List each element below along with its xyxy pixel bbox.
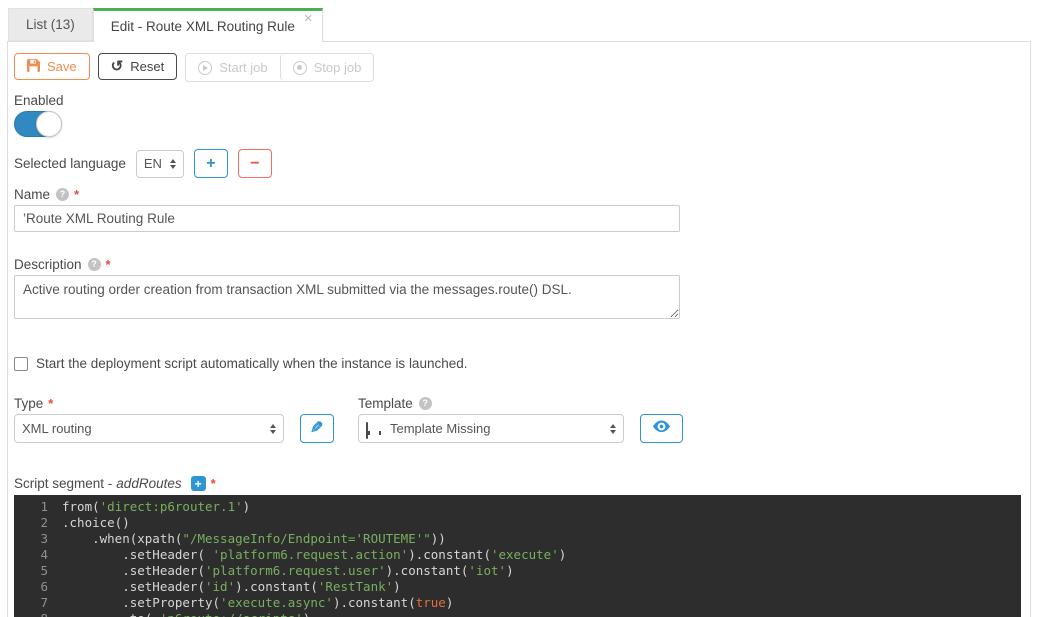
description-label: Description ? * [14, 256, 1024, 272]
save-label: Save [47, 59, 77, 74]
start-job-button[interactable]: Start job [186, 54, 279, 81]
tab-edit-label: Edit - Route XML Routing Rule [111, 19, 295, 34]
construction-barrier-icon [366, 423, 383, 435]
code-line: 2.choice() [14, 515, 1021, 531]
help-icon: ? [419, 397, 432, 410]
code-text: .choice() [62, 515, 130, 531]
language-select[interactable]: EN [136, 150, 184, 178]
line-number: 6 [14, 579, 62, 595]
stop-job-button[interactable]: Stop job [280, 54, 374, 81]
tab-list[interactable]: List (13) [8, 8, 93, 41]
code-text: .to( 'p6route://scripts') [62, 611, 310, 617]
language-row: Selected language EN + − [14, 149, 1024, 178]
remove-language-button[interactable]: − [238, 149, 272, 178]
autostart-label: Start the deployment script automaticall… [36, 356, 468, 371]
code-text: .setHeader( 'platform6.request.action').… [62, 547, 566, 563]
line-number: 1 [14, 499, 62, 515]
enabled-toggle[interactable] [14, 111, 62, 137]
type-select[interactable]: XML routing [14, 414, 284, 443]
template-column: Template ? Template Missing [358, 395, 683, 443]
code-text: .setHeader('platform6.request.user').con… [62, 563, 514, 579]
type-column: Type * XML routing ✎ [14, 395, 358, 443]
close-icon[interactable]: × [304, 12, 313, 26]
tab-list-label: List (13) [26, 17, 75, 32]
preview-template-button[interactable] [640, 414, 683, 443]
required-marker: * [48, 396, 53, 411]
code-line: 4 .setHeader( 'platform6.request.action'… [14, 547, 1021, 563]
autostart-row: Start the deployment script automaticall… [14, 356, 1024, 371]
edit-form-panel: Save ↺ Reset Start job Stop job Enabled … [7, 41, 1031, 617]
tab-bar: List (13) Edit - Route XML Routing Rule … [8, 8, 1038, 41]
code-line: 3 .when(xpath("/MessageInfo/Endpoint='RO… [14, 531, 1021, 547]
eye-icon [653, 420, 670, 438]
name-label: Name ? * [14, 186, 1024, 202]
script-segment-label: Script segment - addRoutes + * [14, 475, 1024, 492]
reset-icon: ↺ [111, 59, 124, 74]
line-number: 3 [14, 531, 62, 547]
plus-icon: + [206, 155, 215, 173]
required-marker: * [211, 476, 216, 491]
line-number: 4 [14, 547, 62, 563]
template-value: Template Missing [390, 421, 490, 436]
template-select[interactable]: Template Missing [358, 414, 624, 443]
tab-edit[interactable]: Edit - Route XML Routing Rule × [93, 8, 323, 42]
toggle-knob [36, 111, 62, 137]
code-line: 1from('direct:p6router.1') [14, 499, 1021, 515]
line-number: 7 [14, 595, 62, 611]
autostart-checkbox[interactable] [14, 357, 28, 371]
select-arrows-icon [610, 424, 616, 434]
reset-label: Reset [130, 59, 164, 74]
job-button-group: Start job Stop job [185, 53, 374, 82]
required-marker: * [74, 187, 79, 202]
code-text: from('direct:p6router.1') [62, 499, 250, 515]
play-circle-icon [198, 61, 212, 75]
enabled-label: Enabled [14, 92, 1024, 108]
stop-circle-icon [293, 61, 307, 75]
code-text: .setProperty('execute.async').constant(t… [62, 595, 453, 611]
help-icon: ? [56, 188, 69, 201]
toolbar: Save ↺ Reset Start job Stop job [14, 53, 1024, 82]
plus-square-icon[interactable]: + [191, 476, 206, 491]
select-arrows-icon [170, 159, 176, 169]
help-icon: ? [88, 258, 101, 271]
code-text: .when(xpath("/MessageInfo/Endpoint='ROUT… [62, 531, 446, 547]
stop-job-label: Stop job [314, 60, 362, 75]
line-number: 5 [14, 563, 62, 579]
code-line: 5 .setHeader('platform6.request.user').c… [14, 563, 1021, 579]
line-number: 2 [14, 515, 62, 531]
script-code-editor[interactable]: 1from('direct:p6router.1')2.choice()3 .w… [14, 495, 1021, 617]
minus-icon: − [250, 155, 259, 173]
language-value: EN [144, 156, 162, 171]
type-label: Type * [14, 395, 358, 411]
code-lines: 1from('direct:p6router.1')2.choice()3 .w… [14, 499, 1021, 617]
template-label: Template ? [358, 395, 683, 411]
start-job-label: Start job [219, 60, 267, 75]
description-textarea[interactable]: Active routing order creation from trans… [14, 275, 680, 319]
script-method-name: addRoutes [116, 476, 181, 491]
save-icon [27, 59, 40, 75]
code-line: 8 .to( 'p6route://scripts') [14, 611, 1021, 617]
name-input[interactable] [14, 205, 680, 232]
save-button[interactable]: Save [14, 53, 90, 80]
edit-type-button[interactable]: ✎ [300, 414, 334, 443]
code-line: 6 .setHeader('id').constant('RestTank') [14, 579, 1021, 595]
code-line: 7 .setProperty('execute.async').constant… [14, 595, 1021, 611]
language-label: Selected language [14, 156, 126, 172]
reset-button[interactable]: ↺ Reset [98, 53, 178, 80]
code-text: .setHeader('id').constant('RestTank') [62, 579, 401, 595]
line-number: 8 [14, 611, 62, 617]
required-marker: * [106, 257, 111, 272]
type-value: XML routing [22, 421, 92, 436]
add-language-button[interactable]: + [194, 149, 228, 178]
type-template-row: Type * XML routing ✎ Template ? [14, 395, 1024, 443]
select-arrows-icon [270, 424, 276, 434]
pencil-icon: ✎ [310, 421, 323, 437]
